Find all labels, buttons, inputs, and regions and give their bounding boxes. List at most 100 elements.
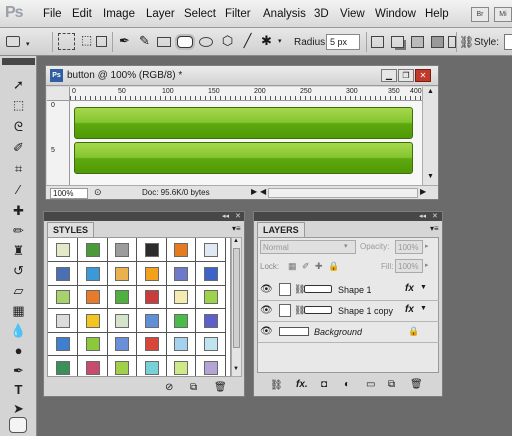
visibility-eye-icon[interactable]: 👁 [260,284,273,295]
pen-tool-icon[interactable]: ✒ [8,361,29,380]
style-swatch-cell[interactable] [195,285,226,309]
menu-edit[interactable]: Edit [72,8,92,20]
menu-select[interactable]: Select [184,8,216,20]
panel-menu-icon[interactable]: ▾≡ [430,224,439,233]
panel-grip[interactable] [44,212,244,221]
style-picker[interactable] [504,34,512,50]
add-mask-icon[interactable]: ◘ [321,379,327,390]
link-icon[interactable]: ⛓ [459,35,474,49]
scroll-left-icon[interactable]: ◀ [260,187,266,196]
scroll-thumb[interactable] [233,248,240,348]
visibility-eye-icon[interactable]: 👁 [260,326,273,337]
scroll-down-icon[interactable]: ▼ [427,173,434,180]
subtract-shape-icon[interactable] [411,36,424,48]
style-swatch-cell[interactable] [48,238,78,262]
menu-image[interactable]: Image [103,8,135,20]
style-swatch-cell[interactable] [136,238,167,262]
new-shape-layer-icon[interactable] [371,36,384,48]
clone-stamp-tool-icon[interactable]: ♜ [8,241,29,260]
chevron-right-icon[interactable]: ▸ [425,261,429,269]
bridge-button[interactable]: Br [471,7,489,22]
rounded-rectangle-tool-icon[interactable] [9,417,27,433]
menu-filter[interactable]: Filter [225,8,251,20]
scroll-up-icon[interactable]: ▲ [233,238,239,244]
canvas[interactable] [70,101,422,185]
menu-3d[interactable]: 3D [314,8,329,20]
custom-shape-icon[interactable]: ✱ [258,33,275,50]
horizontal-scrollbar[interactable] [268,188,418,198]
eyedropper-tool-icon[interactable]: ⁄ [8,180,29,199]
style-swatch-cell[interactable] [107,355,137,376]
menu-file[interactable]: File [43,8,62,20]
dodge-tool-icon[interactable]: ● [8,341,29,360]
exclude-shape-icon[interactable] [448,36,456,48]
style-swatch-cell[interactable] [48,355,78,376]
add-to-shape-icon[interactable] [391,36,404,48]
fx-icon[interactable]: fx [405,304,414,315]
link-layers-icon[interactable]: ⛓ [270,380,283,391]
style-swatch-cell[interactable] [166,285,196,309]
style-swatch-cell[interactable] [136,332,167,356]
lock-image-icon[interactable]: ✐ [302,261,310,272]
panel-close-icon[interactable]: ✕ [235,212,241,220]
vertical-scrollbar[interactable]: ▲ ▼ [422,87,438,185]
style-swatch-cell[interactable] [48,285,78,309]
scroll-down-icon[interactable]: ▼ [233,366,239,372]
tab-styles[interactable]: STYLES [47,222,95,237]
style-swatch-cell[interactable] [195,238,226,262]
style-swatch-cell[interactable] [48,332,78,356]
ellipse-icon[interactable] [199,37,213,47]
new-layer-icon[interactable]: ⧉ [388,379,395,390]
quick-selection-tool-icon[interactable]: ✐ [8,138,29,157]
paint-bucket-tool-icon[interactable]: ▦ [8,301,29,320]
layer-name[interactable]: Shape 1 copy [338,306,393,316]
style-swatch-cell[interactable] [77,261,108,286]
panel-grip[interactable] [254,212,442,221]
green-button-shape-copy[interactable] [74,142,413,174]
style-swatch-cell[interactable] [196,355,226,376]
status-menu-icon[interactable]: ▶ [251,187,257,196]
status-options-icon[interactable]: ⊙ [94,187,102,198]
style-swatch-cell[interactable] [136,261,167,286]
style-swatch-cell[interactable] [136,285,167,309]
crop-tool-icon[interactable]: ⌗ [8,159,29,178]
fx-icon[interactable]: fx [405,283,414,294]
close-button[interactable]: ✕ [415,69,431,82]
expand-effects-icon[interactable]: ▼ [420,305,427,312]
lock-all-icon[interactable]: 🔒 [328,261,339,272]
styles-scrollbar[interactable]: ▲ ▼ [231,237,242,377]
rectangle-icon[interactable] [157,37,171,47]
chevron-right-icon[interactable]: ▸ [425,242,429,250]
lock-transparent-icon[interactable]: ▦ [288,261,297,272]
new-group-icon[interactable]: ▭ [366,379,375,390]
paths-icon[interactable]: ⬚ [78,33,95,50]
style-swatch-cell[interactable] [137,355,167,376]
add-layer-style-icon[interactable]: fx. [296,379,308,390]
blend-mode-select[interactable]: Normal [260,240,356,254]
spot-healing-tool-icon[interactable]: ✚ [8,201,29,220]
fill-pixels-icon[interactable] [96,36,107,47]
green-button-shape[interactable] [74,107,413,139]
collapse-icon[interactable]: ◂◂ [222,212,229,220]
style-swatch-cell[interactable] [166,332,196,356]
style-swatch-cell[interactable] [77,308,108,333]
expand-effects-icon[interactable]: ▼ [420,284,427,291]
opacity-input[interactable]: 100% [395,240,423,254]
collapse-icon[interactable]: ◂◂ [419,212,426,220]
marquee-tool-icon[interactable]: ⬚ [8,96,29,115]
style-swatch-cell[interactable] [107,261,137,286]
style-swatch-cell[interactable] [136,308,167,333]
style-swatch-cell[interactable] [77,285,108,309]
style-swatch-cell[interactable] [195,332,226,356]
delete-style-icon[interactable]: 🗑 [214,382,227,393]
menu-analysis[interactable]: Analysis [263,8,306,20]
tab-layers[interactable]: LAYERS [257,222,305,237]
tool-preset-icon[interactable] [6,36,20,47]
blur-tool-icon[interactable]: 💧 [8,321,29,340]
layer-name[interactable]: Shape 1 [338,285,372,295]
menu-help[interactable]: Help [425,8,449,20]
style-swatch-cell[interactable] [195,261,226,286]
clear-style-icon[interactable]: ⊘ [165,382,173,393]
chevron-down-icon[interactable]: ▾ [278,37,282,45]
style-swatch-cell[interactable] [107,285,137,309]
